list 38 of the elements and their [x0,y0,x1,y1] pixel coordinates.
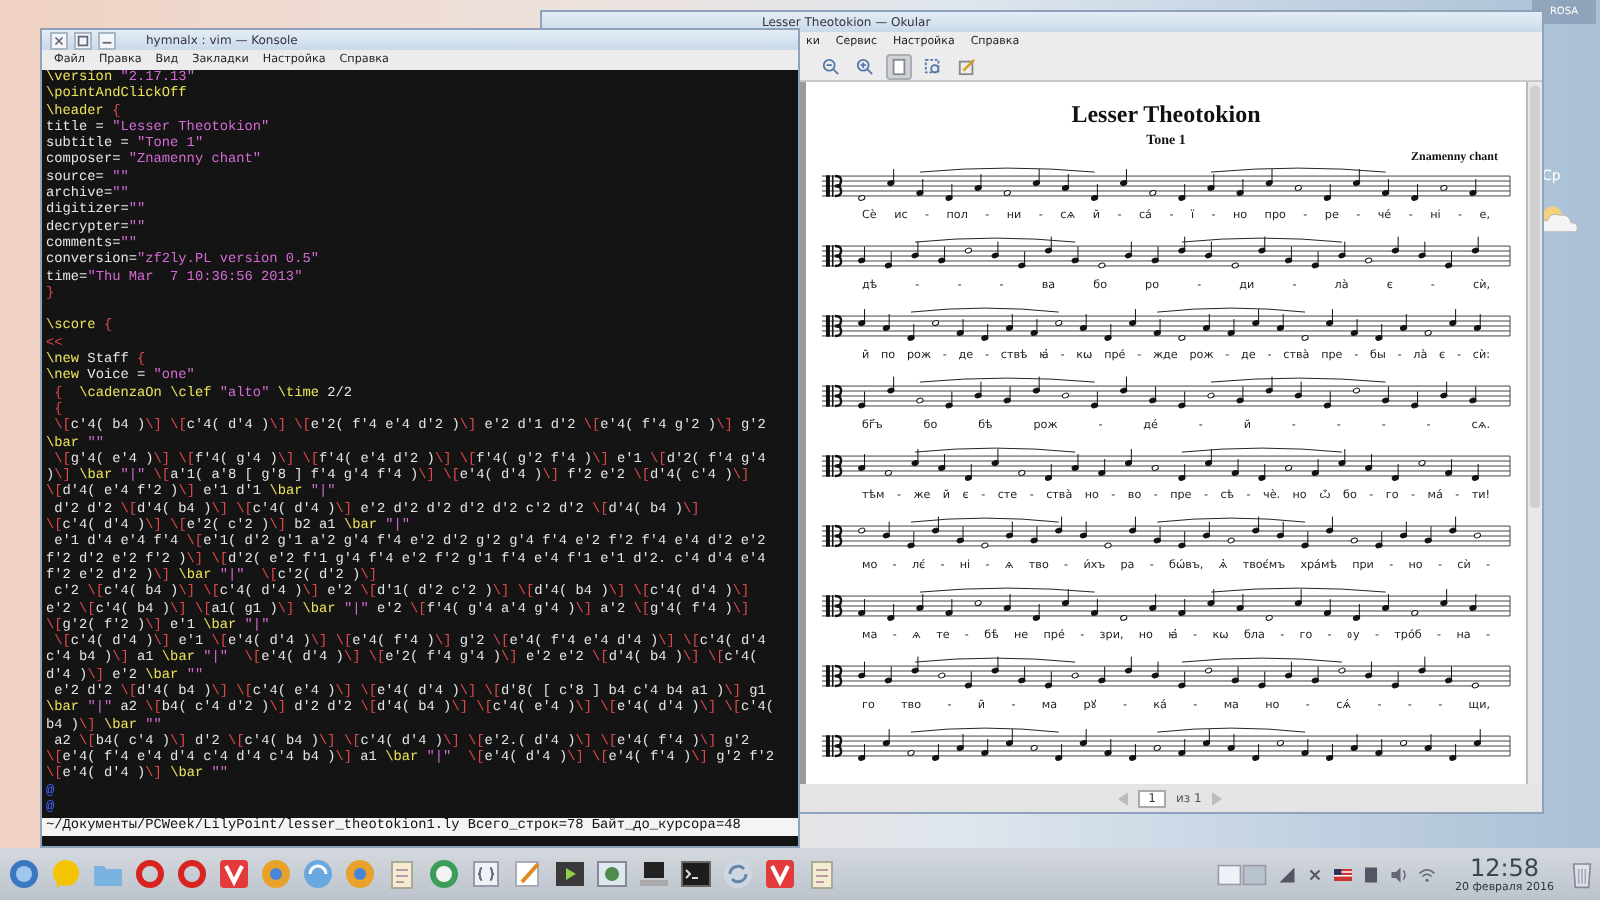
minimize-icon[interactable] [98,31,116,49]
flag-icon[interactable] [1334,865,1353,883]
virtual-desktops-icon[interactable] [1216,863,1269,885]
close-icon[interactable] [1306,865,1325,883]
computer-icon[interactable] [638,858,670,890]
picture-icon[interactable] [596,858,628,890]
clock-time[interactable]: 12:58 [1469,855,1540,881]
toolbar-button[interactable] [818,53,844,79]
toolbar-button[interactable] [886,53,912,79]
braces-icon[interactable] [470,858,502,890]
trash-icon[interactable] [1572,858,1592,890]
network-icon[interactable] [1278,865,1297,883]
wifi-icon[interactable] [1418,865,1437,883]
globe-icon[interactable] [8,858,40,890]
ring-icon[interactable] [428,858,460,890]
pencil-icon[interactable] [512,858,544,890]
speaker-icon[interactable] [1390,865,1409,883]
swirl-icon[interactable] [302,858,334,890]
score-title: Lesser Theotokion [1069,100,1263,130]
zoom-out-icon [822,57,840,75]
refresh-icon[interactable] [722,858,754,890]
close-icon[interactable] [50,31,68,49]
selection-icon [924,57,942,75]
ring-icon[interactable] [134,858,166,890]
film-icon[interactable] [554,858,586,890]
page-icon [890,57,908,75]
toolbar-button[interactable] [954,53,980,79]
chevron-icon[interactable] [764,858,796,890]
zoom-in-icon [856,57,874,75]
pencil-icon [958,57,976,75]
maximize-icon[interactable] [74,31,92,49]
circle-icon[interactable] [344,858,376,890]
scrollbar[interactable] [1526,82,1542,784]
chevron-icon[interactable] [218,858,250,890]
circle-icon[interactable] [260,858,292,890]
ring-icon[interactable] [176,858,208,890]
toolbar-button[interactable] [852,53,878,79]
terminal-icon[interactable] [680,858,712,890]
